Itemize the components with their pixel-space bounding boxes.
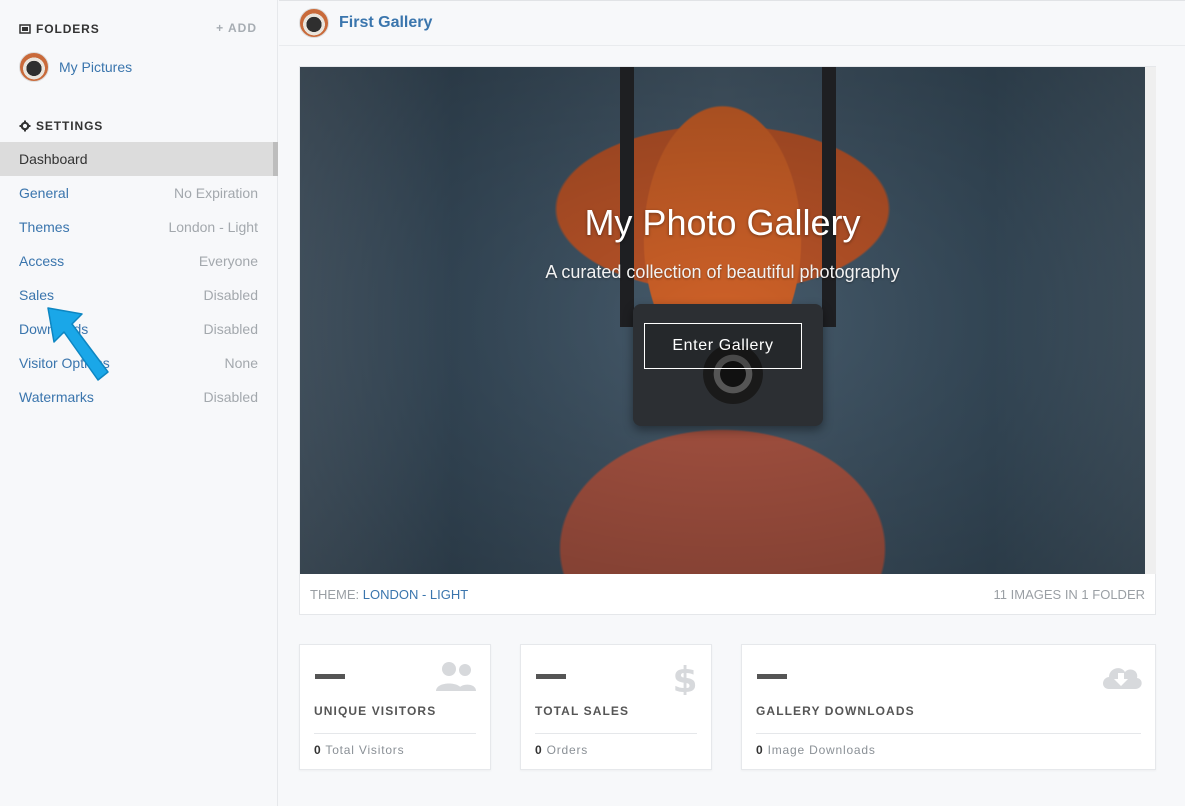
folder-thumbnail: [19, 52, 49, 82]
theme-info: THEME: LONDON - LIGHT: [310, 587, 468, 602]
settings-heading: SETTINGS: [19, 118, 103, 134]
hero-subtitle: A curated collection of beautiful photog…: [545, 262, 900, 282]
stat-card-gallery-downloads: GALLERY DOWNLOADS 0 Image Downloads: [741, 644, 1156, 770]
svg-text:$: $: [672, 660, 697, 695]
sidebar-item-label: Downloads: [19, 321, 89, 337]
sidebar-item-watermarks[interactable]: Watermarks Disabled: [0, 380, 278, 414]
stat-footer: 0 Orders: [535, 743, 589, 757]
stat-value-placeholder: [536, 674, 566, 679]
enter-gallery-button[interactable]: Enter Gallery: [644, 323, 802, 369]
sidebar-item-label: Access: [19, 253, 65, 269]
stat-card-unique-visitors: UNIQUE VISITORS 0 Total Visitors: [299, 644, 491, 770]
theme-link[interactable]: LONDON - LIGHT: [363, 587, 468, 602]
stat-card-total-sales: $ TOTAL SALES 0 Orders: [520, 644, 712, 770]
divider: [535, 733, 697, 734]
gallery-cover-image: My Photo Gallery A curated collection of…: [300, 67, 1145, 574]
sidebar-item-value: None: [224, 355, 258, 371]
add-folder-button[interactable]: + ADD: [216, 21, 257, 35]
sidebar-item-downloads[interactable]: Downloads Disabled: [0, 312, 278, 346]
sidebar-item-label: Themes: [19, 219, 70, 235]
sidebar-item-label: Sales: [19, 287, 55, 303]
hero-title: My Photo Gallery: [584, 202, 861, 243]
sidebar-item-sales[interactable]: Sales Disabled: [0, 278, 278, 312]
sidebar-item-visitor-options[interactable]: Visitor Options None: [0, 346, 278, 380]
gallery-header: First Gallery: [279, 0, 1185, 46]
gallery-title[interactable]: First Gallery: [339, 14, 432, 32]
gallery-preview-card: My Photo Gallery A curated collection of…: [299, 66, 1156, 615]
stat-title: TOTAL SALES: [535, 704, 630, 718]
sidebar-item-value: Disabled: [203, 321, 258, 337]
stat-title: GALLERY DOWNLOADS: [756, 704, 915, 718]
sidebar-item-value: Everyone: [198, 253, 258, 269]
stat-value-placeholder: [757, 674, 787, 679]
sidebar-item-label: Dashboard: [19, 151, 88, 167]
stat-value-placeholder: [315, 674, 345, 679]
divider: [314, 733, 476, 734]
sidebar-item-dashboard[interactable]: Dashboard: [0, 142, 278, 176]
stat-footer: 0 Image Downloads: [756, 743, 876, 757]
dollar-icon: $: [672, 660, 697, 695]
folders-heading: FOLDERS: [19, 21, 100, 37]
sidebar-item-value: London - Light: [168, 219, 258, 235]
divider: [756, 733, 1141, 734]
sidebar-item-value: Disabled: [203, 287, 258, 303]
folder-images-icon: [19, 23, 31, 35]
folder-item-label: My Pictures: [59, 59, 133, 75]
sidebar-item-general[interactable]: General No Expiration: [0, 176, 278, 210]
sidebar-item-value: Disabled: [203, 389, 258, 405]
theme-prefix: THEME:: [310, 587, 363, 602]
preview-scrollbar[interactable]: [1145, 67, 1156, 574]
gallery-avatar: [299, 8, 329, 38]
image-count: 11 IMAGES IN 1 FOLDER: [993, 587, 1145, 602]
stat-footer: 0 Total Visitors: [314, 743, 405, 757]
users-icon: [436, 662, 476, 691]
gear-icon: [19, 120, 31, 132]
sidebar-item-themes[interactable]: Themes London - Light: [0, 210, 278, 244]
stat-title: UNIQUE VISITORS: [314, 704, 437, 718]
sidebar-item-label: General: [19, 185, 69, 201]
sidebar-item-label: Watermarks: [19, 389, 94, 405]
preview-footer: THEME: LONDON - LIGHT 11 IMAGES IN 1 FOL…: [300, 574, 1155, 615]
sidebar-item-access[interactable]: Access Everyone: [0, 244, 278, 278]
sidebar-item-label: Visitor Options: [19, 355, 110, 371]
cloud-download-icon: [1103, 668, 1142, 689]
sidebar-item-value: No Expiration: [173, 185, 258, 201]
settings-menu: Dashboard General No Expiration Themes L…: [0, 142, 278, 414]
camera-strap: [822, 67, 836, 327]
sidebar: FOLDERS + ADD My Pictures SETTINGS Dashb…: [0, 0, 278, 806]
camera-strap: [620, 67, 634, 327]
folder-item-my-pictures[interactable]: My Pictures: [19, 52, 132, 82]
